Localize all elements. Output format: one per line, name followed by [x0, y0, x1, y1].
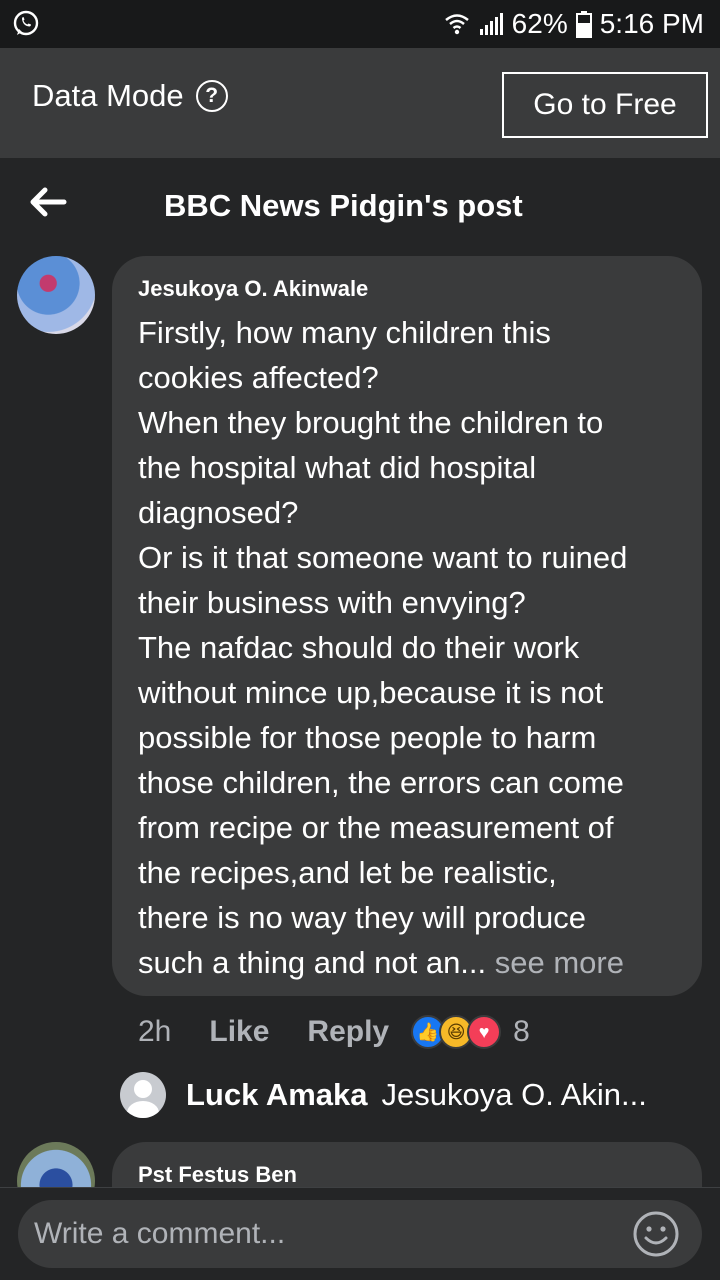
back-arrow-icon[interactable]: [28, 184, 68, 220]
status-bar: 62% 5:16 PM: [0, 0, 720, 48]
reply-author: Luck Amaka: [186, 1077, 368, 1112]
page-title: BBC News Pidgin's post: [164, 188, 523, 223]
reactions-count[interactable]: 8: [513, 1015, 530, 1049]
reply-snippet: Jesukoya O. Akin...: [381, 1077, 647, 1112]
default-avatar: [120, 1072, 166, 1118]
comment-bubble: Jesukoya O. Akinwale Firstly, how many c…: [112, 256, 702, 996]
signal-icon: [479, 13, 503, 35]
reply-button[interactable]: Reply: [307, 1015, 389, 1049]
comment-body: Firstly, how many children this cookies …: [138, 315, 628, 980]
battery-icon: [575, 11, 592, 38]
post-header: BBC News Pidgin's post: [0, 158, 720, 252]
reactions[interactable]: 👍 😆 ♥: [411, 1015, 502, 1049]
comment-actions: 2h Like Reply 👍 😆 ♥ 8: [138, 1010, 530, 1054]
comment-composer-bar: [0, 1187, 720, 1280]
data-mode-bar: Data Mode ? Go to Free: [0, 48, 720, 158]
emoji-icon[interactable]: [632, 1210, 680, 1258]
data-mode[interactable]: Data Mode ?: [32, 78, 228, 114]
wifi-icon: [444, 14, 469, 35]
clock: 5:16 PM: [599, 8, 704, 39]
comment-time: 2h: [138, 1015, 172, 1048]
like-button[interactable]: Like: [209, 1015, 269, 1049]
avatar[interactable]: [17, 256, 95, 334]
battery-percent: 62%: [511, 8, 568, 39]
love-reaction-icon: ♥: [467, 1015, 502, 1049]
comment-input[interactable]: [34, 1214, 614, 1254]
whatsapp-icon: [13, 10, 39, 36]
reply-preview[interactable]: Luck Amaka Jesukoya O. Akin...: [120, 1070, 647, 1120]
comment-author[interactable]: Pst Festus Ben: [138, 1162, 297, 1188]
comment-text: Firstly, how many children this cookies …: [138, 310, 688, 985]
go-to-free-button[interactable]: Go to Free: [502, 72, 708, 138]
comment-composer: [18, 1200, 702, 1268]
help-icon[interactable]: ?: [195, 80, 228, 112]
data-mode-label: Data Mode: [32, 78, 184, 113]
see-more-link[interactable]: see more: [486, 945, 624, 980]
comment-author[interactable]: Jesukoya O. Akinwale: [138, 276, 368, 302]
